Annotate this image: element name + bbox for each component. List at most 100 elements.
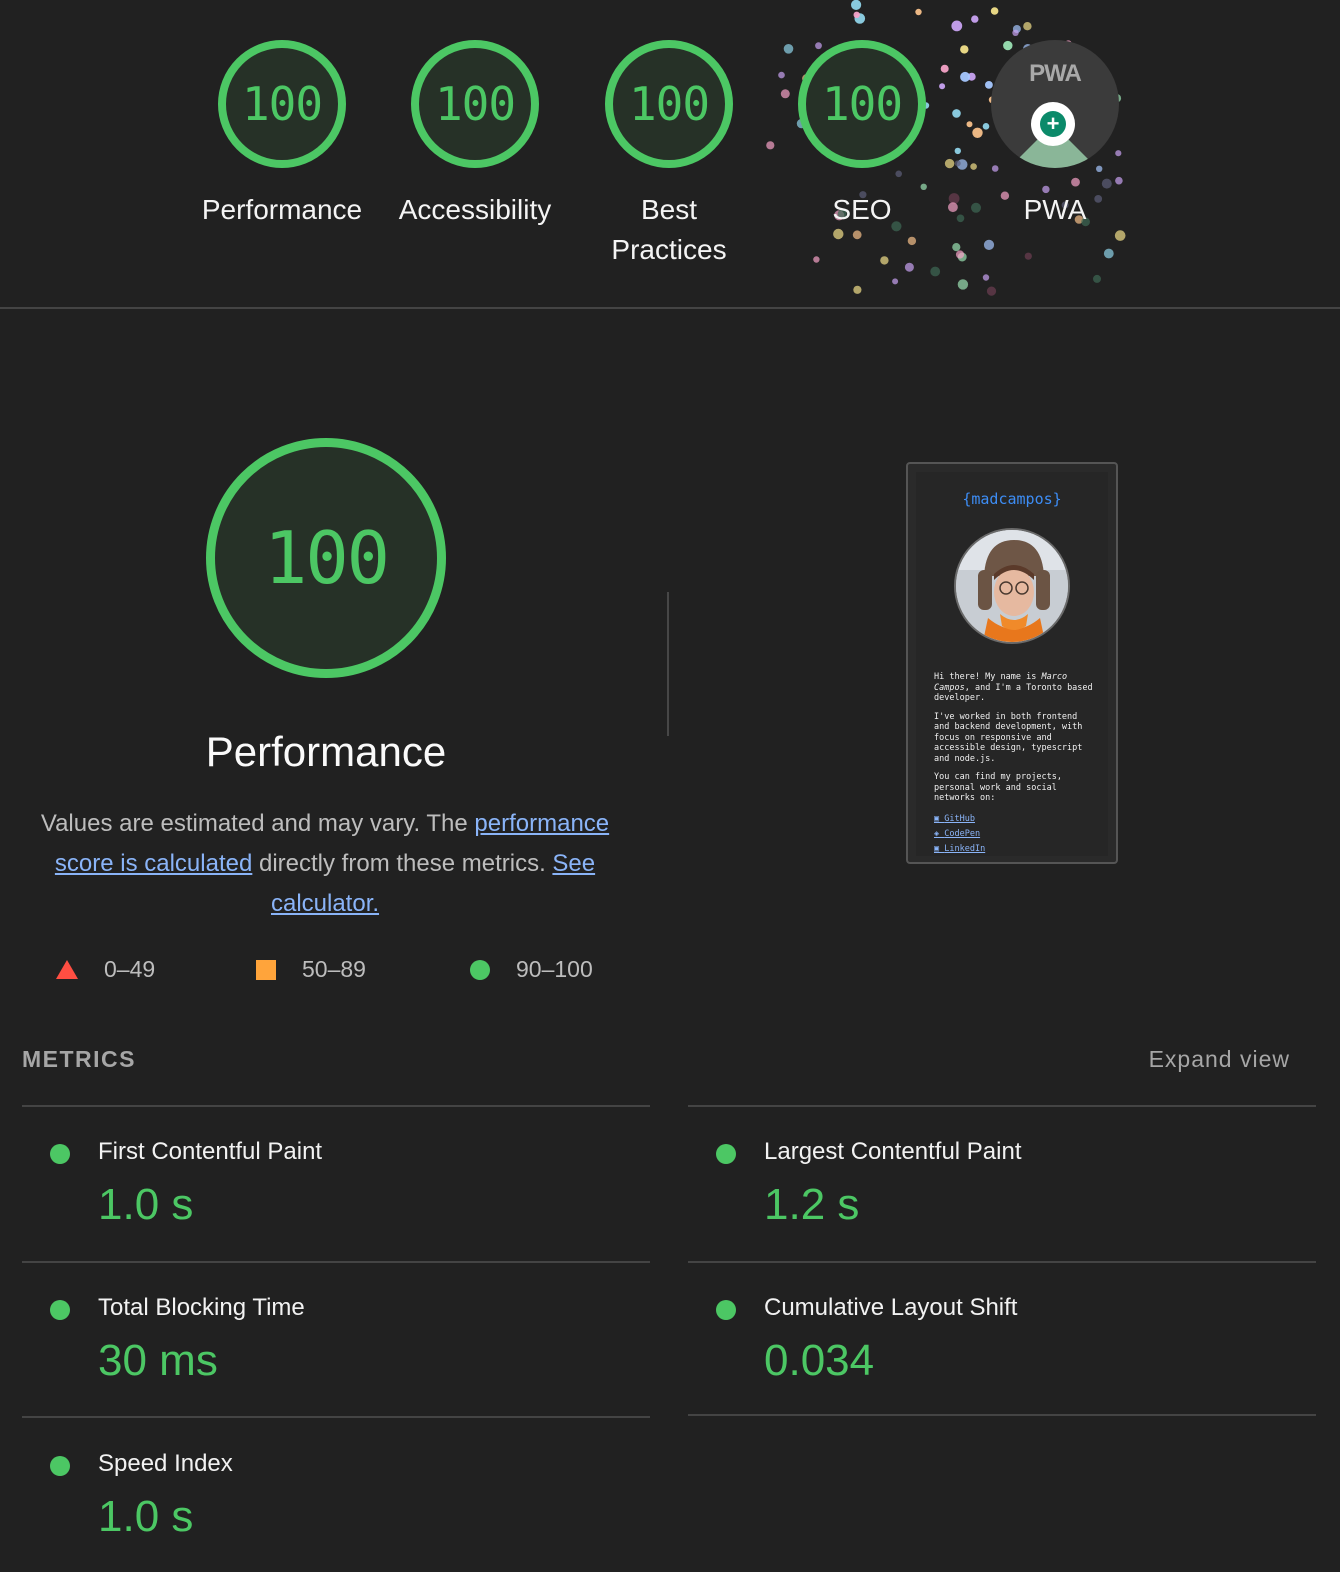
pwa-badge: PWA + <box>991 40 1119 168</box>
confetti-dot <box>1114 230 1126 241</box>
metric-value: 1.0 s <box>98 1180 194 1229</box>
confetti-dot <box>956 214 965 223</box>
metric-name: First Contentful Paint <box>98 1138 323 1165</box>
confetti-dot <box>854 13 866 24</box>
confetti-dot <box>1012 29 1019 36</box>
gauge-label: Performance <box>201 194 363 225</box>
bio-paragraph: I've worked in both frontend and backend… <box>934 711 1083 764</box>
gauge-label: SEO <box>832 194 892 225</box>
bio-text: Hi there! My name is <box>934 672 1042 682</box>
confetti-dot <box>907 236 917 246</box>
gauge-label: PWA <box>1023 194 1087 225</box>
pass-circle-icon <box>50 1144 70 1164</box>
metrics-divider <box>22 1105 650 1107</box>
gauge-best-practices[interactable]: 100 Best Practices <box>579 40 759 270</box>
avatar-photo <box>956 530 1068 642</box>
metric-name: Largest Contentful Paint <box>764 1138 1022 1165</box>
confetti-dot <box>1024 252 1032 260</box>
metric-name: Speed Index <box>98 1450 233 1477</box>
performance-score: 100 <box>263 516 390 600</box>
confetti-dot <box>954 160 961 167</box>
bio-paragraph: Hi there! My name is Marco Campos, and I… <box>934 672 1096 704</box>
legend-label: 0–49 <box>104 956 156 982</box>
confetti-dot <box>957 279 969 290</box>
gauge-ring: 100 <box>798 40 926 168</box>
lighthouse-report: 100 Performance 100 Accessibility 100 Be… <box>0 0 1340 1572</box>
pass-circle-icon <box>50 1300 70 1320</box>
legend-fail: 0–49 <box>56 956 155 983</box>
confetti-dot <box>904 262 914 272</box>
confetti-dot <box>990 7 999 15</box>
codepen-link: ◈ CodePen <box>934 828 981 839</box>
pwa-logo-text: PWA <box>1029 60 1082 87</box>
gauge-score: 100 <box>628 77 710 131</box>
gauge-score: 100 <box>434 77 516 131</box>
gauge-ring: 100 <box>411 40 539 168</box>
circle-icon <box>470 959 490 980</box>
confetti-dot <box>983 239 995 250</box>
confetti-dot <box>930 266 941 277</box>
pass-circle-icon <box>716 1300 736 1320</box>
score-gauges: 100 Performance 100 Accessibility 100 Be… <box>0 0 1340 308</box>
gauge-ring: 100 <box>605 40 733 168</box>
confetti-dot <box>952 109 961 118</box>
linkedin-link: ▣ LinkedIn <box>934 843 986 854</box>
gauge-label: Best Practices <box>611 194 727 265</box>
metrics-divider <box>22 1416 650 1418</box>
vertical-divider <box>667 592 669 736</box>
metrics-divider <box>688 1105 1316 1107</box>
site-brand: {madcampos} <box>962 490 1062 508</box>
gauge-accessibility[interactable]: 100 Accessibility <box>385 40 565 230</box>
gauge-seo[interactable]: 100 SEO <box>772 40 952 230</box>
legend-average: 50–89 <box>256 956 366 983</box>
performance-title: Performance <box>205 728 447 775</box>
gauge-score: 100 <box>241 77 323 131</box>
gauge-label: Accessibility <box>398 194 552 225</box>
link-text: GitHub <box>944 813 975 824</box>
avatar <box>954 528 1070 644</box>
metric-name: Total Blocking Time <box>98 1294 305 1321</box>
confetti-dot <box>951 20 963 32</box>
confetti-dot <box>833 228 844 240</box>
description-text: directly from these metrics. <box>252 850 553 877</box>
metric-value: 30 ms <box>98 1336 218 1385</box>
pass-circle-icon <box>716 1144 736 1164</box>
gauge-performance[interactable]: 100 Performance <box>192 40 372 230</box>
confetti-dot <box>971 15 979 23</box>
final-screenshot[interactable]: {madcampos} Hi there! My name is Marco C… <box>906 462 1118 864</box>
confetti-dot <box>851 0 862 10</box>
metric-first-contentful-paint: First Contentful Paint 1.0 s <box>22 1108 622 1258</box>
legend-pass: 90–100 <box>470 956 593 983</box>
link-text: LinkedIn <box>944 843 986 854</box>
metric-value: 1.2 s <box>764 1180 860 1229</box>
metrics-divider <box>22 1261 650 1263</box>
confetti-dot <box>1103 248 1114 259</box>
expand-view-toggle[interactable]: Expand view <box>1149 1046 1290 1073</box>
confetti-dot <box>982 274 990 281</box>
performance-description: Values are estimated and may vary. The p… <box>30 804 620 924</box>
screenshot-bio: Hi there! My name is Marco Campos, and I… <box>934 672 1096 856</box>
square-icon <box>256 959 276 980</box>
metric-cumulative-layout-shift: Cumulative Layout Shift 0.034 <box>688 1264 1288 1414</box>
confetti-dot <box>1093 274 1101 283</box>
gauge-pwa[interactable]: PWA + PWA <box>965 40 1145 230</box>
confetti-dot <box>915 8 922 16</box>
triangle-icon <box>56 960 78 979</box>
metric-total-blocking-time: Total Blocking Time 30 ms <box>22 1264 622 1414</box>
description-text: Values are estimated and may vary. The <box>40 810 475 837</box>
link-text: CodePen <box>944 828 981 839</box>
gauge-ring: 100 <box>218 40 346 168</box>
legend-label: 90–100 <box>516 956 593 982</box>
performance-gauge: 100 <box>206 438 446 678</box>
metric-value: 1.0 s <box>98 1492 194 1541</box>
confetti-dot <box>1023 22 1032 31</box>
confetti-dot <box>852 230 862 240</box>
metric-largest-contentful-paint: Largest Contentful Paint 1.2 s <box>688 1108 1288 1258</box>
confetti-dot <box>957 252 967 262</box>
confetti-dot <box>954 147 961 155</box>
metrics-divider <box>688 1261 1316 1263</box>
metric-value: 0.034 <box>764 1336 875 1385</box>
metric-speed-index: Speed Index 1.0 s <box>22 1420 622 1570</box>
confetti-dot <box>892 278 899 285</box>
gauge-score: 100 <box>821 77 903 131</box>
